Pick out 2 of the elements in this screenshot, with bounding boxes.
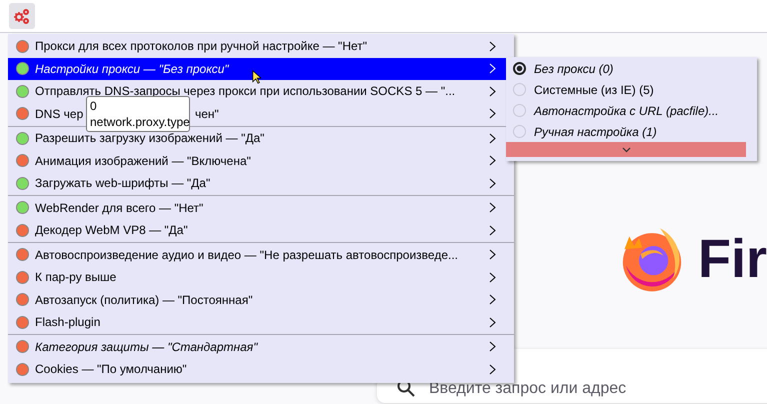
tooltip-text: 0 <box>90 98 98 114</box>
logo-wordmark: Fir <box>698 228 767 290</box>
